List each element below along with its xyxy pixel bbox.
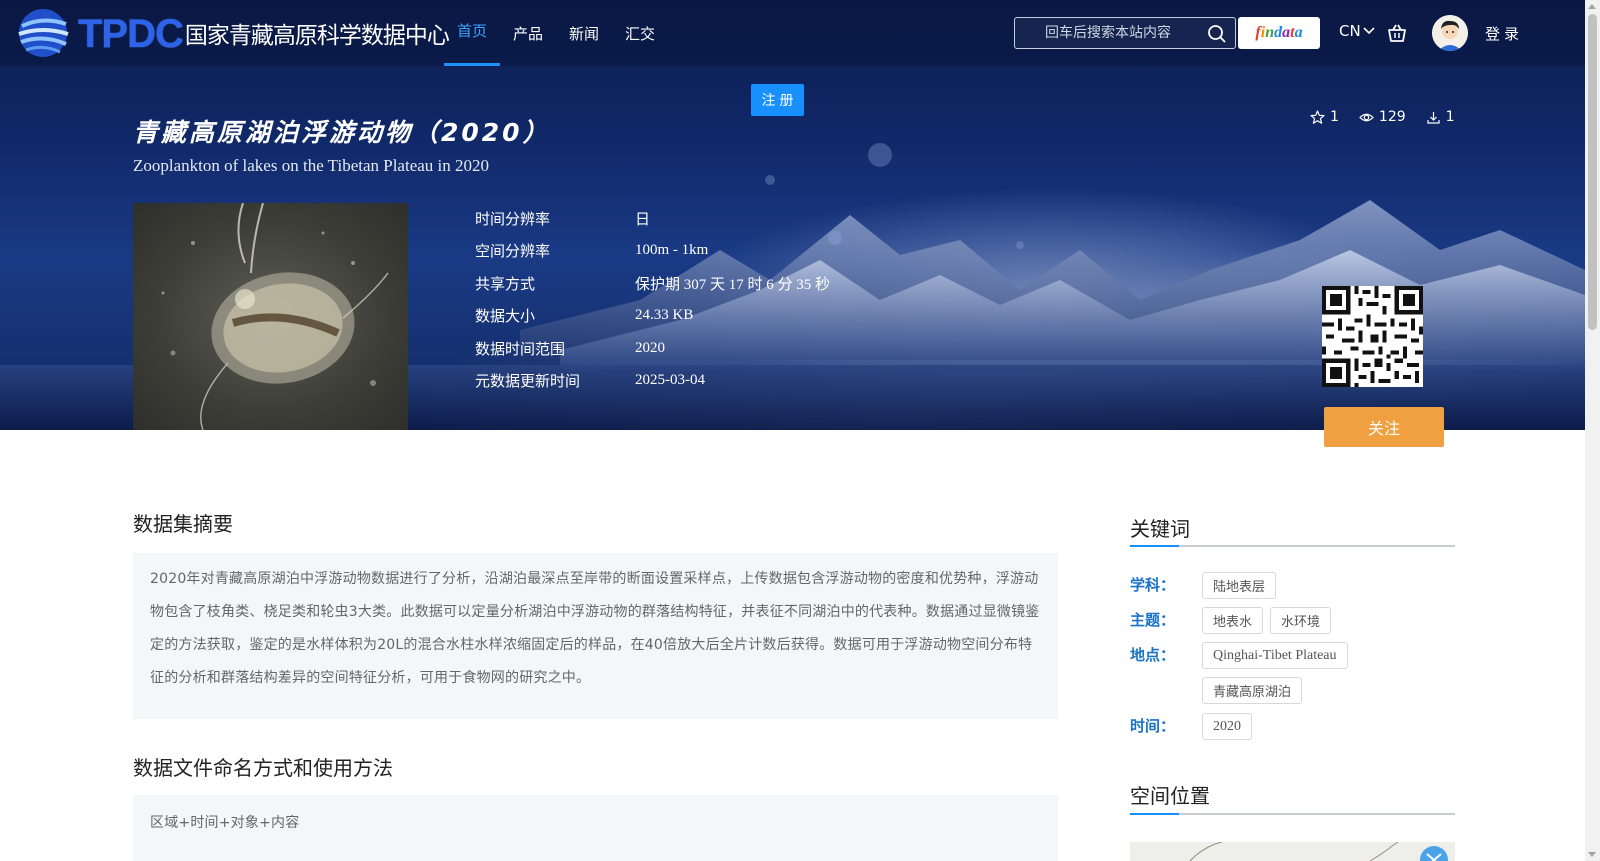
search-box (1014, 17, 1236, 49)
meta-value: 2025-03-04 (635, 372, 705, 389)
follow-button[interactable]: 关注 (1324, 407, 1444, 447)
nav-submit-label: 汇交 (625, 24, 656, 43)
keyword-tag[interactable]: Qinghai-Tibet Plateau (1202, 642, 1348, 669)
star-icon (1310, 109, 1325, 124)
meta-row: 共享方式 保护期 307 天 17 时 6 分 35 秒 (475, 267, 830, 300)
qr-code (1322, 286, 1423, 387)
dataset-title-en: Zooplankton of lakes on the Tibetan Plat… (133, 156, 490, 175)
nav-news-label: 新闻 (569, 24, 600, 43)
download-icon (1427, 111, 1440, 124)
abstract-title: 数据集摘要 (133, 512, 233, 536)
view-count: 129 (1359, 109, 1406, 125)
keyword-tag[interactable]: 青藏高原湖泊 (1202, 677, 1303, 704)
dataset-thumbnail (133, 203, 408, 430)
meta-row: 数据大小 24.33 KB (475, 300, 830, 333)
avatar[interactable] (1432, 15, 1468, 51)
dataset-metadata: 时间分辨率 日 空间分辨率 100m - 1km 共享方式 保护期 307 天 … (475, 202, 830, 397)
dataset-stats: 1 129 1 (1310, 109, 1455, 125)
zooplankton-image (161, 203, 389, 430)
location-map[interactable] (1130, 842, 1455, 861)
favorite-count-value: 1 (1330, 109, 1339, 125)
meta-row: 空间分辨率 100m - 1km (475, 235, 830, 268)
chevron-down-icon (1363, 27, 1375, 35)
download-count-value: 1 (1445, 109, 1455, 125)
meta-key: 共享方式 (475, 274, 536, 293)
meta-key: 时间分辨率 (475, 209, 551, 228)
nav-products[interactable]: 产品 (500, 0, 556, 66)
language-label: CN (1339, 22, 1361, 40)
location-divider (1130, 813, 1455, 815)
dataset-title-cn: 青藏高原湖泊浮游动物（2020） (133, 118, 551, 147)
naming-title: 数据文件命名方式和使用方法 (133, 756, 393, 780)
keyword-tag[interactable]: 2020 (1202, 713, 1252, 740)
download-count: 1 (1426, 109, 1455, 125)
login-link[interactable]: 登录 (1485, 23, 1523, 44)
nav-news[interactable]: 新闻 (556, 0, 612, 66)
scroll-thumb[interactable] (1588, 14, 1597, 330)
logo-cn-text: 国家青藏高原科学数据中心 (184, 23, 450, 49)
meta-key: 空间分辨率 (475, 242, 551, 261)
top-navbar: TPDC 国家青藏高原科学数据中心 首页 产品 新闻 汇交 findata CN (0, 0, 1585, 66)
language-selector[interactable]: CN (1339, 22, 1375, 40)
time-label: 时间： (1130, 717, 1176, 735)
main-nav: 首页 产品 新闻 汇交 (444, 0, 668, 66)
shopping-basket-icon[interactable] (1386, 22, 1408, 44)
meta-value: 24.33 KB (635, 307, 694, 324)
keyword-tag[interactable]: 地表水 (1202, 607, 1264, 634)
nav-products-label: 产品 (513, 24, 544, 43)
favorite-count[interactable]: 1 (1310, 109, 1339, 125)
nav-home-label: 首页 (457, 21, 488, 40)
meta-key: 数据时间范围 (475, 339, 566, 358)
map-preview (1189, 842, 1448, 861)
view-count-value: 129 (1378, 109, 1406, 125)
search-input[interactable] (1015, 25, 1195, 41)
user-avatar-icon (1432, 15, 1468, 51)
meta-value: 保护期 307 天 17 时 6 分 35 秒 (635, 276, 831, 293)
site-logo[interactable]: TPDC 国家青藏高原科学数据中心 (14, 4, 450, 62)
register-button[interactable]: 注册 (751, 84, 804, 116)
abstract-box: 2020年对青藏高原湖泊中浮游动物数据进行了分析，沿湖泊最深点至岸带的断面设置采… (133, 553, 1058, 719)
meta-value: 日 (635, 211, 651, 228)
keyword-tag[interactable]: 水环境 (1270, 607, 1332, 634)
place-label: 地点： (1130, 646, 1176, 664)
meta-key: 数据大小 (475, 307, 536, 326)
theme-label: 主题： (1130, 611, 1176, 629)
eye-icon (1359, 113, 1374, 121)
qr-code-icon (1322, 286, 1423, 387)
page-scrollbar[interactable] (1585, 0, 1600, 861)
subject-label: 学科： (1130, 576, 1176, 594)
naming-box: 区域+时间+对象+内容 (133, 795, 1058, 861)
keywords-divider (1130, 545, 1455, 547)
meta-value: 2020 (635, 339, 665, 356)
meta-row: 元数据更新时间 2025-03-04 (475, 365, 830, 398)
search-icon[interactable] (1207, 24, 1227, 44)
scroll-up-arrow[interactable] (1588, 4, 1596, 9)
logo-tpdc-text: TPDC (78, 11, 184, 56)
findata-button[interactable]: findata (1238, 17, 1320, 49)
location-title: 空间位置 (1130, 784, 1210, 808)
scroll-down-arrow[interactable] (1588, 852, 1596, 857)
meta-value: 100m - 1km (635, 242, 709, 259)
globe-logo-icon (18, 9, 69, 57)
keywords-title: 关键词 (1130, 517, 1190, 541)
meta-key: 元数据更新时间 (475, 372, 581, 391)
nav-submit[interactable]: 汇交 (612, 0, 668, 66)
meta-row: 时间分辨率 日 (475, 202, 830, 235)
meta-row: 数据时间范围 2020 (475, 332, 830, 365)
keyword-tag[interactable]: 陆地表层 (1202, 572, 1277, 599)
naming-text: 区域+时间+对象+内容 (150, 815, 300, 831)
abstract-text: 2020年对青藏高原湖泊中浮游动物数据进行了分析，沿湖泊最深点至岸带的断面设置采… (150, 571, 1040, 686)
nav-home[interactable]: 首页 (444, 0, 501, 66)
